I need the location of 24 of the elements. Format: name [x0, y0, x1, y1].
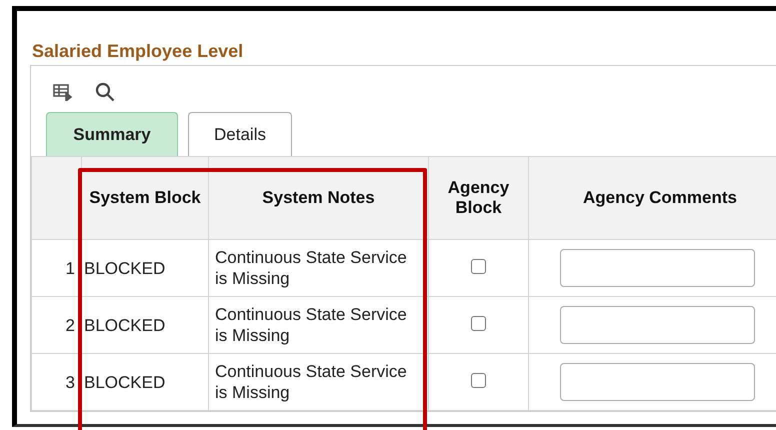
comment-input-field[interactable] — [560, 363, 755, 401]
column-header: System Notes — [208, 156, 428, 240]
column-header: Agency Block — [428, 156, 528, 240]
table-cell: Continuous State Service is Missing — [208, 354, 428, 410]
tab[interactable]: Details — [188, 112, 292, 156]
comment-input-field[interactable] — [560, 306, 755, 344]
table-cell: Continuous State Service is Missing — [208, 296, 428, 354]
table-cell: BLOCKED — [82, 240, 208, 296]
comment-input-field[interactable] — [560, 249, 755, 287]
checkbox[interactable] — [471, 258, 486, 274]
column-header: System Block — [82, 156, 208, 240]
table-cell: BLOCKED — [82, 296, 208, 354]
row-number: 3 — [66, 372, 75, 392]
checkbox[interactable] — [471, 372, 486, 388]
checkbox[interactable] — [471, 316, 486, 330]
tab[interactable]: Summary — [46, 112, 178, 156]
table-cell: BLOCKED — [82, 354, 208, 410]
table-cell: Continuous State Service is Missing — [208, 240, 428, 296]
row-number: 2 — [66, 316, 75, 334]
section-title: Salaried Employee Level — [32, 41, 244, 63]
column-header: Agency Comments — [528, 156, 776, 240]
row-number: 1 — [66, 258, 75, 278]
grid-view-icon[interactable] — [53, 83, 73, 101]
search-icon[interactable] — [95, 82, 115, 102]
